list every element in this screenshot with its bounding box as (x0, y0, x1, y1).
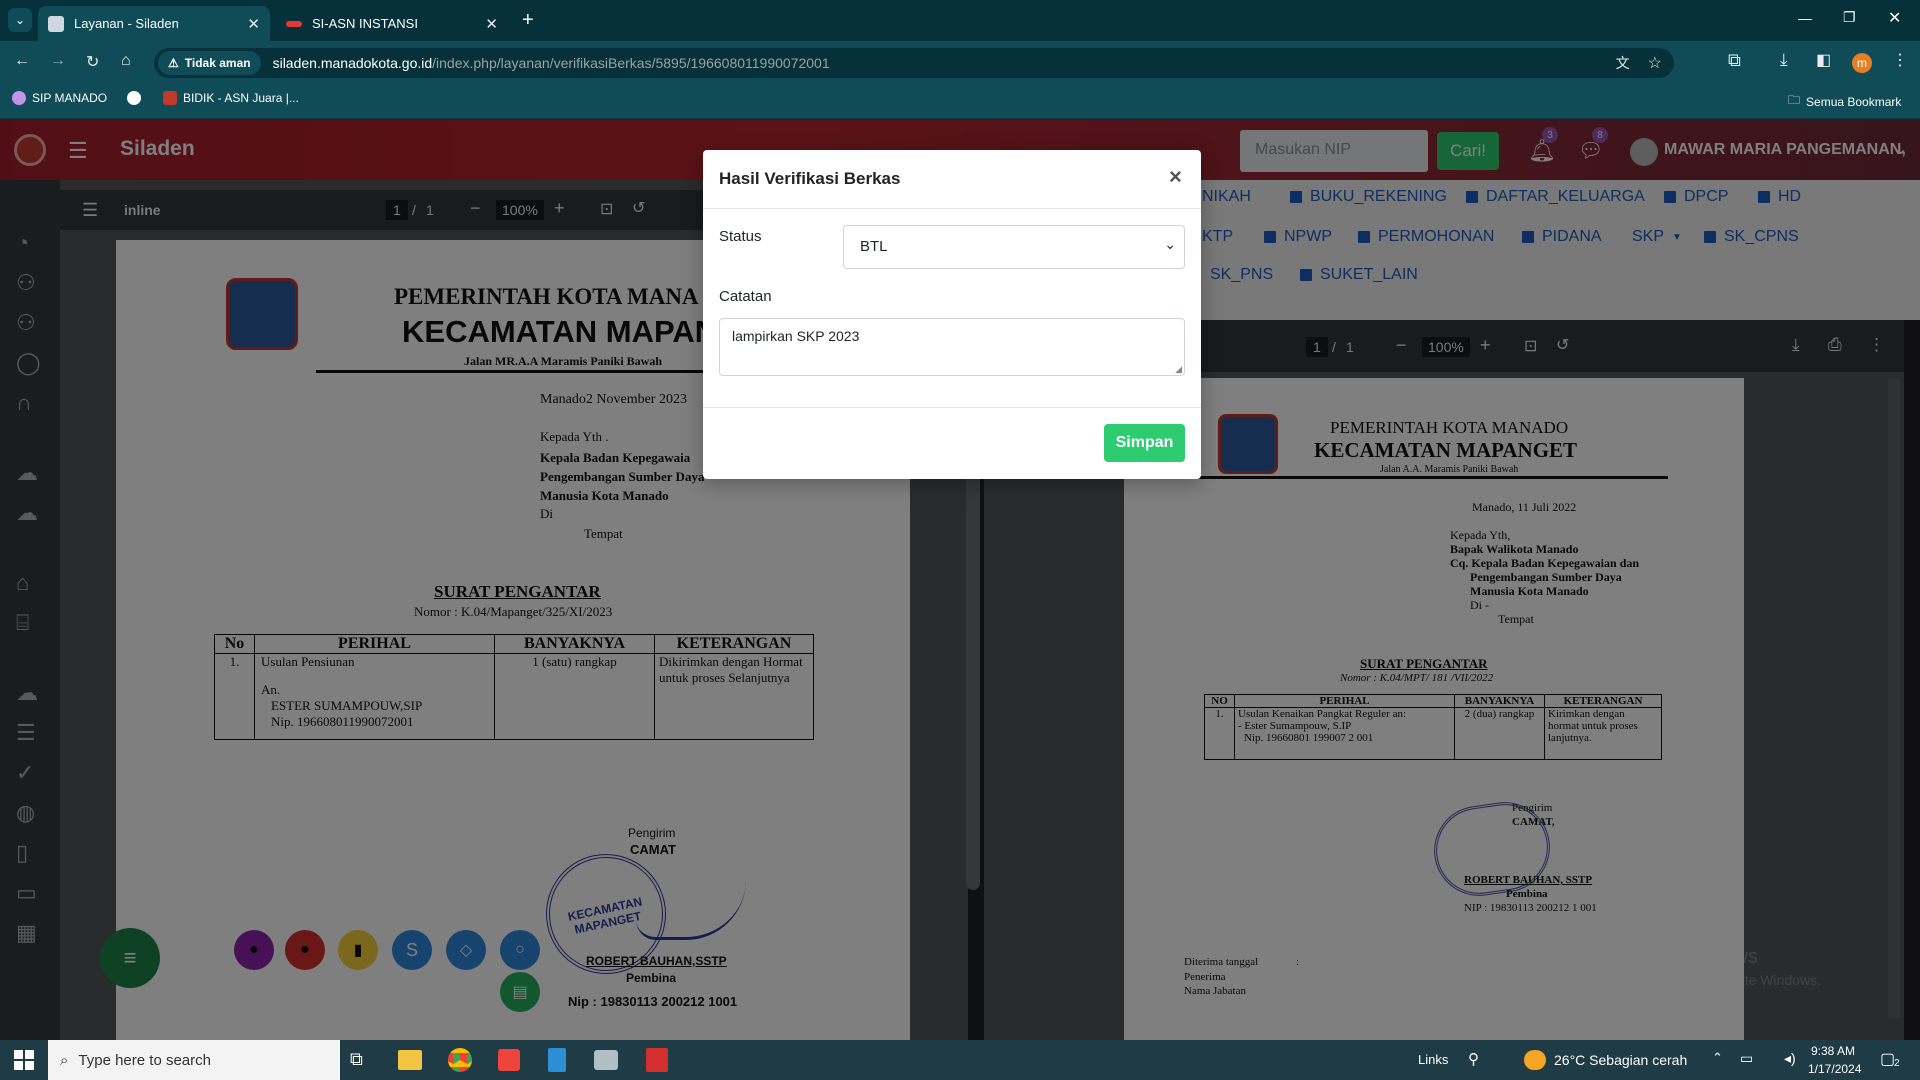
close-window-button[interactable]: ✕ (1888, 8, 1901, 28)
new-tab-button[interactable]: + (522, 9, 534, 32)
si-asn-favicon (286, 20, 302, 27)
tab-title: SI-ASN INSTANSI (312, 16, 418, 31)
close-tab-icon[interactable]: ✕ (247, 15, 260, 33)
all-bookmarks[interactable]: 🗀 Semua Bookmark (1788, 91, 1901, 112)
all-bookmarks-label: Semua Bookmark (1806, 94, 1902, 109)
taskbar-search-placeholder: Type here to search (78, 1051, 211, 1069)
tray-chevron-icon[interactable]: ⌃ (1712, 1050, 1723, 1066)
close-tab-icon[interactable]: ✕ (485, 15, 498, 33)
file-explorer-icon[interactable] (398, 1050, 422, 1070)
bookmark-bidik[interactable]: BIDIK - ASN Juara |... (163, 91, 299, 105)
network-icon[interactable]: ▭ (1740, 1050, 1753, 1067)
tab-layanan-siladen[interactable]: Layanan - Siladen ✕ (38, 6, 270, 41)
chevron-down-icon: ⌄ (1164, 236, 1176, 252)
sip-favicon (12, 91, 26, 105)
people-icon[interactable]: ⚲ (1468, 1050, 1479, 1068)
home-icon[interactable]: ⌂ (121, 52, 131, 70)
notification-count: 2 (1894, 1058, 1900, 1069)
tab-search-button[interactable]: ⌄ (8, 8, 32, 32)
notification-center-icon[interactable]: ▢ (1880, 1049, 1895, 1069)
volume-icon[interactable]: ◂) (1784, 1050, 1796, 1067)
restore-button[interactable]: ❐ (1843, 9, 1856, 26)
folder-icon: 🗀 (1788, 93, 1801, 107)
back-icon[interactable]: ← (14, 52, 30, 70)
sidepanel-icon[interactable]: ◧ (1816, 50, 1831, 70)
taskbar-search[interactable]: ⌕ Type here to search (48, 1040, 340, 1080)
task-view-icon[interactable]: ⧉ (350, 1049, 363, 1070)
windows-start-icon[interactable] (14, 1050, 34, 1070)
reload-icon[interactable]: ↻ (86, 52, 99, 72)
minimize-button[interactable]: — (1798, 10, 1812, 26)
tab-title: Layanan - Siladen (74, 16, 179, 31)
profile-avatar[interactable]: m (1852, 53, 1872, 73)
menu-kebab-icon[interactable]: ⋮ (1892, 50, 1908, 70)
modal-close-icon[interactable]: × (1169, 164, 1182, 190)
weather-icon (1524, 1050, 1546, 1070)
download-icon[interactable]: ⤓ (1780, 50, 1788, 70)
siladen-favicon (48, 15, 64, 32)
taskbar-links[interactable]: Links (1418, 1052, 1448, 1067)
bidik-favicon (163, 91, 177, 105)
verification-modal: Hasil Verifikasi Berkas × Status BTL ⌄ C… (703, 150, 1201, 479)
status-label: Status (719, 228, 762, 245)
bookmark-sip-manado[interactable]: SIP MANADO (12, 91, 107, 105)
resize-grip-icon: ◢ (1175, 364, 1182, 374)
catatan-value: lampirkan SKP 2023 (732, 328, 860, 344)
catatan-label: Catatan (719, 288, 772, 305)
simpan-button[interactable]: Simpan (1104, 424, 1185, 462)
modal-footer-divider (703, 407, 1201, 408)
url-text: siladen.manadokota.go.id/index.php/layan… (272, 55, 830, 71)
status-select[interactable]: BTL ⌄ (843, 225, 1185, 269)
bookmark-star-icon[interactable]: ☆ (1648, 53, 1662, 73)
clock-date[interactable]: 1/17/2024 (1808, 1062, 1861, 1076)
pdf-app-icon[interactable] (646, 1048, 668, 1072)
modal-header-divider (703, 208, 1201, 209)
extensions-icon[interactable]: ⧉ (1728, 50, 1741, 71)
bookmark-label: SIP MANADO (32, 91, 108, 105)
address-bar[interactable]: ⚠ Tidak aman siladen.manadokota.go.id/in… (154, 48, 1674, 78)
tab-si-asn-instansi[interactable]: SI-ASN INSTANSI ✕ (276, 6, 508, 41)
forward-icon[interactable]: → (50, 52, 66, 70)
weather-text[interactable]: 26°C Sebagian cerah (1554, 1052, 1687, 1068)
status-value: BTL (860, 238, 888, 255)
bookmark-label: BIDIK - ASN Juara |... (183, 91, 299, 105)
clock-time[interactable]: 9:38 AM (1811, 1044, 1855, 1058)
chrome-icon[interactable] (448, 1048, 472, 1072)
search-icon: ⌕ (60, 1051, 69, 1069)
security-chip[interactable]: ⚠ Tidak aman (158, 51, 261, 75)
warning-icon: ⚠ (168, 56, 179, 70)
modal-title: Hasil Verifikasi Berkas (719, 169, 901, 188)
translate-icon[interactable]: 文 (1616, 53, 1630, 73)
security-label: Tidak aman (184, 56, 251, 70)
anydesk-icon[interactable] (498, 1049, 520, 1071)
app-icon[interactable] (594, 1050, 618, 1070)
globe-icon (127, 91, 141, 105)
bookmark-globe[interactable] (127, 91, 141, 105)
catatan-textarea[interactable]: lampirkan SKP 2023 ◢ (719, 318, 1185, 376)
calculator-icon[interactable] (548, 1048, 566, 1072)
